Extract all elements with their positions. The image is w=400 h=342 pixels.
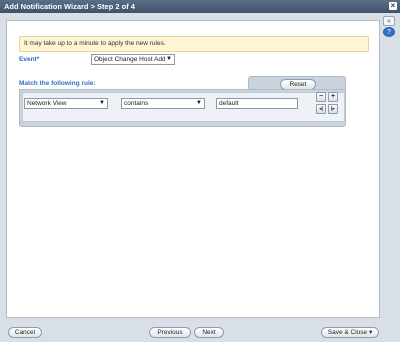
indent-left-button[interactable]: ◂|	[316, 104, 326, 114]
rule-container: Network View ▼ contains ▼ default − + ◂|…	[19, 89, 346, 127]
right-sidebar: « ?	[383, 16, 395, 316]
indent-right-button[interactable]: |▸	[328, 104, 338, 114]
event-select-value: Object Change Host Add	[94, 56, 166, 63]
event-select[interactable]: Object Change Host Add ▼	[91, 54, 175, 65]
rule-operator-select[interactable]: contains ▼	[121, 98, 205, 109]
collapse-icon[interactable]: «	[383, 16, 395, 26]
next-button[interactable]: Next	[194, 327, 224, 338]
close-icon[interactable]: ×	[389, 2, 397, 10]
cancel-button[interactable]: Cancel	[8, 327, 42, 338]
info-message: It may take up to a minute to apply the …	[19, 36, 369, 52]
rule-field-value: Network View	[27, 100, 67, 107]
remove-rule-button[interactable]: −	[316, 92, 326, 102]
title-bar: Add Notification Wizard > Step 2 of 4 ×	[0, 0, 400, 13]
dropdown-arrow-icon: ▼	[99, 100, 105, 106]
rule-value-input[interactable]: default	[216, 98, 298, 109]
event-label: Event*	[19, 56, 40, 63]
wizard-panel	[6, 20, 380, 318]
window-title: Add Notification Wizard > Step 2 of 4	[4, 2, 135, 11]
save-close-label: Save & Close	[327, 329, 368, 336]
match-rule-label: Match the following rule:	[19, 80, 96, 87]
footer-bar: Cancel Previous Next Save & Close ▾	[0, 320, 400, 342]
rule-header: Reset	[248, 76, 346, 90]
add-rule-button[interactable]: +	[328, 92, 338, 102]
help-icon[interactable]: ?	[383, 27, 395, 37]
chevron-down-icon: ▾	[368, 329, 373, 336]
rule-row: Network View ▼ contains ▼ default − + ◂|…	[22, 92, 345, 122]
rule-operator-value: contains	[124, 100, 149, 107]
dropdown-arrow-icon: ▼	[166, 56, 172, 62]
save-close-button[interactable]: Save & Close ▾	[321, 327, 379, 338]
rule-field-select[interactable]: Network View ▼	[24, 98, 108, 109]
previous-button[interactable]: Previous	[149, 327, 191, 338]
dropdown-arrow-icon: ▼	[196, 100, 202, 106]
